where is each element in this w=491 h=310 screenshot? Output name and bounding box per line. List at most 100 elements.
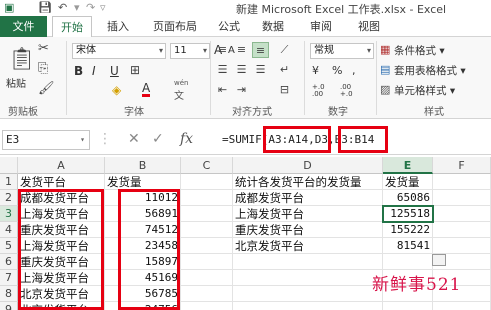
percent-button[interactable]: % xyxy=(332,64,342,77)
column-header[interactable]: B xyxy=(105,157,181,174)
column-header[interactable]: C xyxy=(181,157,233,174)
cell-styles-icon[interactable]: ▨ xyxy=(380,83,390,96)
undo-dropdown-icon[interactable]: ▾ xyxy=(74,1,80,14)
tab-home[interactable]: 开始 xyxy=(52,16,92,38)
orientation-icon[interactable]: ⟋ xyxy=(276,42,293,58)
tab-review[interactable]: 审阅 xyxy=(304,16,338,37)
tab-view[interactable]: 视图 xyxy=(352,16,386,37)
cancel-icon[interactable]: ✕ xyxy=(128,131,140,147)
cell-e3[interactable]: 125518 xyxy=(382,205,434,223)
italic-button[interactable]: I xyxy=(92,64,96,78)
name-box[interactable]: E3 ▾ xyxy=(2,130,90,150)
cell-c5[interactable] xyxy=(181,238,233,254)
number-format-select[interactable]: 常规 ▾ xyxy=(310,43,374,59)
merge-center-icon[interactable]: ⊟ xyxy=(276,82,293,98)
cell-c2[interactable] xyxy=(181,190,233,206)
increase-indent-icon[interactable]: ⇥ xyxy=(233,82,250,98)
align-center-icon[interactable]: ☰ xyxy=(233,62,250,78)
row-header[interactable]: 2 xyxy=(0,190,18,206)
font-color-button[interactable]: A xyxy=(142,82,151,97)
insert-function-icon[interactable]: fx xyxy=(180,131,193,147)
paste-icon[interactable]: 📋︎ xyxy=(8,47,36,72)
tab-file[interactable]: 文件 xyxy=(0,16,47,37)
row-header[interactable]: 9 xyxy=(0,302,18,310)
tab-page-layout[interactable]: 页面布局 xyxy=(146,16,204,37)
conditional-format-button[interactable]: 条件格式 ▾ xyxy=(394,43,445,58)
cell-e4[interactable]: 155222 xyxy=(383,222,433,238)
align-right-icon[interactable]: ☰ xyxy=(252,62,269,78)
enter-icon[interactable]: ✓ xyxy=(152,131,164,147)
cell-d1[interactable]: 统计各发货平台的发货量 xyxy=(233,174,383,190)
cell-f9[interactable] xyxy=(433,302,491,310)
row-header[interactable]: 1 xyxy=(0,174,18,190)
customize-quick-access-icon[interactable]: ▿ xyxy=(100,1,106,14)
fill-color-icon[interactable]: ◈ xyxy=(112,83,121,97)
cell-d3[interactable]: 上海发货平台 xyxy=(233,206,383,222)
format-as-table-icon[interactable]: ▤ xyxy=(380,63,390,76)
row-header[interactable]: 6 xyxy=(0,254,18,270)
cut-icon[interactable]: ✂ xyxy=(38,41,49,56)
cell-styles-button[interactable]: 单元格样式 ▾ xyxy=(394,83,455,98)
cell-c9[interactable] xyxy=(181,302,233,310)
cell-c6[interactable] xyxy=(181,254,233,270)
cell-b1[interactable]: 发货量 xyxy=(105,174,181,190)
font-size-select[interactable]: 11 ▾ xyxy=(170,43,210,59)
cell-f1[interactable] xyxy=(433,174,491,190)
cell-d8[interactable] xyxy=(233,286,383,302)
cell-d7[interactable] xyxy=(233,270,383,286)
column-header[interactable]: F xyxy=(433,157,491,174)
comma-button[interactable]: , xyxy=(352,64,356,77)
row-header[interactable]: 8 xyxy=(0,286,18,302)
tab-data[interactable]: 数据 xyxy=(256,16,290,37)
format-as-table-button[interactable]: 套用表格格式 ▾ xyxy=(394,63,466,78)
cell-e5[interactable]: 81541 xyxy=(383,238,433,254)
cell-a1[interactable]: 发货平台 xyxy=(18,174,105,190)
bold-button[interactable]: B xyxy=(74,64,83,78)
cell-d6[interactable] xyxy=(233,254,383,270)
row-header[interactable]: 5 xyxy=(0,238,18,254)
column-header[interactable]: A xyxy=(18,157,105,174)
cell-e1[interactable]: 发货量 xyxy=(383,174,433,190)
column-header[interactable]: E xyxy=(383,157,433,174)
cell-c8[interactable] xyxy=(181,286,233,302)
redo-icon[interactable]: ↷ xyxy=(86,1,95,14)
cell-c7[interactable] xyxy=(181,270,233,286)
cell-d4[interactable]: 重庆发货平台 xyxy=(233,222,383,238)
cell-d5[interactable]: 北京发货平台 xyxy=(233,238,383,254)
decrease-indent-icon[interactable]: ⇤ xyxy=(214,82,231,98)
tab-insert[interactable]: 插入 xyxy=(100,16,136,37)
cell-d2[interactable]: 成都发货平台 xyxy=(233,190,383,206)
tab-formulas[interactable]: 公式 xyxy=(212,16,246,37)
copy-icon[interactable]: ⎘ xyxy=(38,61,48,76)
cell-d9[interactable] xyxy=(233,302,383,310)
row-header[interactable]: 3 xyxy=(0,206,18,222)
cell-e9[interactable] xyxy=(383,302,433,310)
wrap-text-icon[interactable]: ↵ xyxy=(276,62,293,78)
undo-icon[interactable]: ↶ xyxy=(58,1,67,14)
cell-c4[interactable] xyxy=(181,222,233,238)
cell-c3[interactable] xyxy=(181,206,233,222)
font-name-select[interactable]: 宋体 ▾ xyxy=(72,43,166,59)
cell-f4[interactable] xyxy=(433,222,491,238)
phonetic-button[interactable]: wén 文 xyxy=(174,79,188,102)
cell-f2[interactable] xyxy=(433,190,491,206)
underline-button[interactable]: U xyxy=(110,64,119,78)
row-header[interactable]: 7 xyxy=(0,270,18,286)
cell-f5[interactable] xyxy=(433,238,491,254)
cell-f3[interactable] xyxy=(433,206,491,222)
format-painter-icon[interactable]: 🖌︎ xyxy=(38,81,55,96)
cell-c1[interactable] xyxy=(181,174,233,190)
align-bottom-icon[interactable]: ≡ xyxy=(252,42,269,58)
decrease-decimal-button[interactable]: .00 +.0 xyxy=(340,84,362,98)
cell-e2[interactable]: 65086 xyxy=(383,190,433,206)
border-icon[interactable]: ⊞ xyxy=(130,63,140,77)
increase-decimal-button[interactable]: +.0 .00 xyxy=(312,84,334,98)
align-left-icon[interactable]: ☰ xyxy=(214,62,231,78)
column-header[interactable]: D xyxy=(233,157,383,174)
cell-e6[interactable] xyxy=(383,254,433,270)
select-all-corner[interactable] xyxy=(0,157,18,174)
quick-analysis-icon[interactable] xyxy=(432,254,446,266)
save-icon[interactable]: 💾︎ xyxy=(38,1,52,14)
row-header[interactable]: 4 xyxy=(0,222,18,238)
currency-button[interactable]: ¥ xyxy=(312,64,319,77)
